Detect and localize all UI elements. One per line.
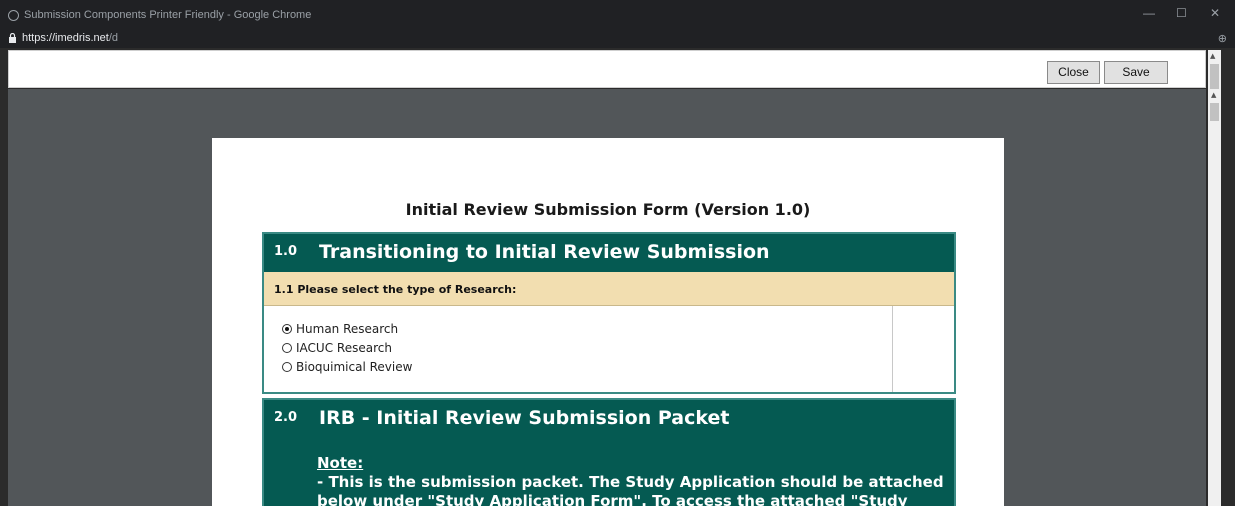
scroll-thumb[interactable] <box>1210 103 1219 121</box>
section-title: Transitioning to Initial Review Submissi… <box>319 241 770 263</box>
viewer-scrollbar[interactable]: ▲ <box>1208 89 1221 506</box>
question-text: 1.1 Please select the type of Research: <box>274 283 517 296</box>
address-bar[interactable]: https://imedris.net/d ⊕ <box>0 30 1235 48</box>
radio-button-selected[interactable] <box>282 324 292 334</box>
radio-option-iacuc-research[interactable]: IACUC Research <box>282 341 392 355</box>
radio-label: IACUC Research <box>296 341 392 355</box>
url-text[interactable]: https://imedris.net/d <box>22 32 118 44</box>
minimize-icon[interactable]: — <box>1143 6 1155 20</box>
lock-icon <box>9 33 16 43</box>
save-button[interactable]: Save <box>1104 61 1168 84</box>
close-window-icon[interactable]: ✕ <box>1210 6 1220 20</box>
scroll-thumb[interactable] <box>1210 64 1219 90</box>
scroll-up-icon[interactable]: ▲ <box>1211 91 1216 99</box>
maximize-icon[interactable]: ☐ <box>1176 6 1187 20</box>
radio-label: Bioquimical Review <box>296 360 413 374</box>
section-1: 1.0 Transitioning to Initial Review Subm… <box>262 232 956 394</box>
radio-button[interactable] <box>282 343 292 353</box>
radio-label: Human Research <box>296 322 399 336</box>
radio-button[interactable] <box>282 362 292 372</box>
document-page: Initial Review Submission Form (Version … <box>212 138 1004 506</box>
scroll-up-icon[interactable]: ▲ <box>1210 52 1215 60</box>
zoom-icon[interactable]: ⊕ <box>1218 32 1227 45</box>
column-divider <box>892 306 893 392</box>
section-title: IRB - Initial Review Submission Packet <box>319 407 730 429</box>
url-host: https://imedris.net <box>22 32 109 44</box>
question-header: 1.1 Please select the type of Research: <box>264 272 954 306</box>
window-title: Submission Components Printer Friendly -… <box>24 9 312 21</box>
section-number: 1.0 <box>274 244 298 259</box>
dialog-toolbar: Close Save <box>8 50 1206 88</box>
window-titlebar: Submission Components Printer Friendly -… <box>0 0 1235 30</box>
radio-option-bioquimical-review[interactable]: Bioquimical Review <box>282 360 412 374</box>
close-button[interactable]: Close <box>1047 61 1100 84</box>
note-line: - This is the submission packet. The Stu… <box>317 473 944 491</box>
url-path: /d <box>108 32 119 44</box>
note-line: below under "Study Application Form". To… <box>317 492 908 506</box>
section-number: 2.0 <box>274 410 298 425</box>
form-title: Initial Review Submission Form (Version … <box>405 200 811 219</box>
section-2: 2.0 IRB - Initial Review Submission Pack… <box>262 398 956 506</box>
note-label: Note: <box>317 454 364 472</box>
section-header: 1.0 Transitioning to Initial Review Subm… <box>264 234 954 272</box>
radio-option-human-research[interactable]: Human Research <box>282 322 398 336</box>
chrome-icon <box>8 10 19 21</box>
